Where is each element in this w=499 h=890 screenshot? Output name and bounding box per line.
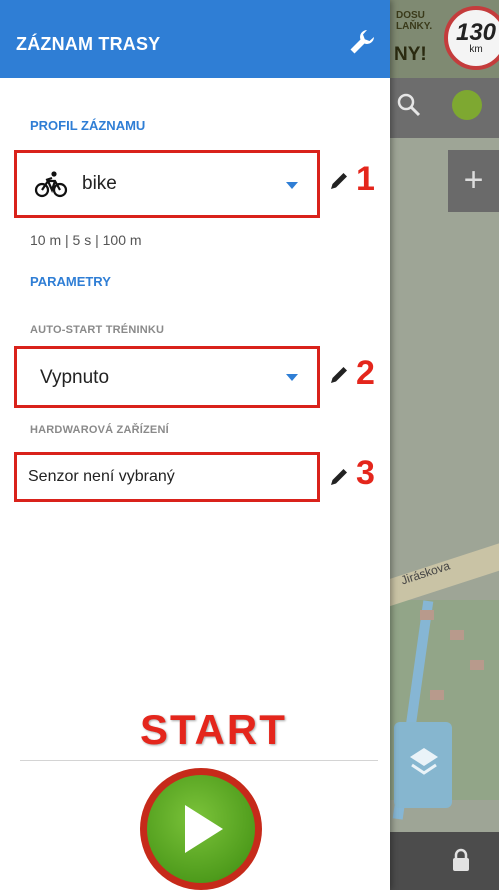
play-icon	[185, 805, 223, 853]
search-icon[interactable]	[396, 92, 422, 123]
parameters-section-title: PARAMETRY	[30, 274, 111, 289]
map-building	[430, 690, 444, 700]
map-bottom-bar	[390, 832, 499, 890]
pencil-icon[interactable]	[328, 170, 350, 197]
profile-parameters: 10 m | 5 s | 100 m	[30, 232, 142, 248]
map-ad-text: DOSU LAŇKY.	[396, 10, 433, 32]
map-ad-big: NY!	[394, 44, 427, 65]
start-label: START	[140, 706, 287, 753]
profile-select[interactable]: bike	[20, 156, 314, 212]
map-building	[450, 630, 464, 640]
autostart-select[interactable]: Vypnuto	[20, 352, 314, 402]
divider	[20, 760, 378, 761]
profile-value: bike	[82, 173, 117, 194]
zoom-in-button[interactable]: +	[448, 150, 499, 212]
chevron-down-icon	[286, 374, 298, 381]
panel-title: ZÁZNAM TRASY	[16, 34, 161, 54]
map-building	[470, 660, 484, 670]
sensor-select[interactable]: Senzor není vybraný	[28, 468, 175, 486]
pencil-icon[interactable]	[328, 466, 350, 493]
start-button[interactable]	[140, 768, 262, 890]
annotation-number-2: 2	[356, 354, 375, 392]
speed-limit-sign: 130 km	[444, 6, 499, 70]
profile-section-title: PROFIL ZÁZNAMU	[30, 118, 146, 133]
layers-icon	[410, 748, 438, 775]
annotation-number-1: 1	[356, 160, 375, 198]
layers-button[interactable]	[394, 722, 452, 808]
map-background[interactable]: DOSU LAŇKY. NY! 130 km + Jiráskova	[390, 0, 499, 890]
autostart-label: AUTO-START TRÉNINKU	[30, 324, 165, 336]
annotation-number-3: 3	[356, 454, 375, 492]
hardware-label: HARDWAROVÁ ZAŘÍZENÍ	[30, 424, 169, 436]
pencil-icon[interactable]	[328, 364, 350, 391]
map-top-bar: DOSU LAŇKY. NY! 130 km	[390, 0, 499, 78]
wrench-icon[interactable]	[348, 28, 376, 61]
map-building	[420, 610, 434, 620]
track-recording-panel: ZÁZNAM TRASY PROFIL ZÁZNAMU bike 1 10 m …	[0, 0, 390, 890]
gps-icon[interactable]	[452, 90, 482, 120]
bicycle-icon	[34, 170, 68, 203]
panel-header: ZÁZNAM TRASY	[0, 0, 390, 78]
lock-icon[interactable]	[452, 848, 470, 877]
chevron-down-icon	[286, 182, 298, 189]
autostart-value: Vypnuto	[40, 367, 110, 388]
